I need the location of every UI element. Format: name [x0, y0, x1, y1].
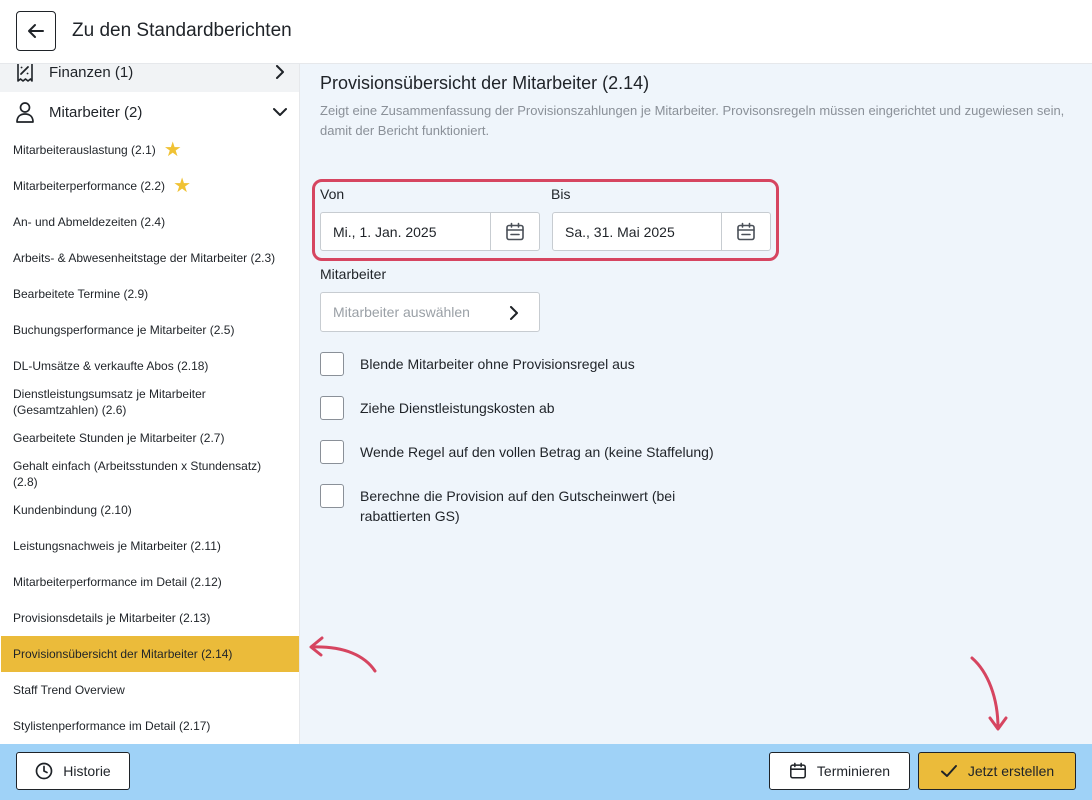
report-label: Leistungsnachweis je Mitarbeiter (2.11) [13, 539, 221, 553]
category-mitarbeiter[interactable]: Mitarbeiter (2) [0, 92, 299, 132]
from-date-value: Mi., 1. Jan. 2025 [333, 223, 437, 240]
sidebar-item-gehalt-einfach[interactable]: Gehalt einfach (Arbeitsstunden x Stunden… [1, 456, 299, 492]
sidebar-item-leistungsnachweis[interactable]: Leistungsnachweis je Mitarbeiter (2.11) [1, 528, 299, 564]
back-button[interactable] [16, 11, 56, 51]
sidebar-item-mitarbeiterauslastung[interactable]: Mitarbeiterauslastung (2.1) ★ [1, 132, 299, 168]
person-icon [14, 101, 36, 123]
report-label: Gearbeitete Stunden je Mitarbeiter (2.7) [13, 431, 225, 445]
checkbox[interactable] [320, 440, 344, 464]
sidebar-item-arbeits-abwesenheitstage[interactable]: Arbeits- & Abwesenheitstage der Mitarbei… [1, 240, 299, 276]
clock-icon [35, 762, 53, 780]
sidebar-item-provisionsuebersicht[interactable]: Provisionsübersicht der Mitarbeiter (2.1… [1, 636, 299, 672]
sidebar-item-an-abmeldezeiten[interactable]: An- und Abmeldezeiten (2.4) [1, 204, 299, 240]
report-label: DL-Umsätze & verkaufte Abos (2.18) [13, 359, 209, 373]
sidebar-item-bearbeitete-termine[interactable]: Bearbeitete Termine (2.9) [1, 276, 299, 312]
report-label: Staff Trend Overview [13, 683, 125, 697]
sidebar-item-provisionsdetails[interactable]: Provisionsdetails je Mitarbeiter (2.13) [1, 600, 299, 636]
top-bar: Zu den Standardberichten [0, 0, 1092, 64]
sidebar-item-mitarbeiterperformance-detail[interactable]: Mitarbeiterperformance im Detail (2.12) [1, 564, 299, 600]
sidebar-item-gearbeitete-stunden[interactable]: Gearbeitete Stunden je Mitarbeiter (2.7) [1, 420, 299, 456]
report-label: Provisionsdetails je Mitarbeiter (2.13) [13, 611, 211, 625]
sidebar-item-kundenbindung[interactable]: Kundenbindung (2.10) [1, 492, 299, 528]
option-label: Blende Mitarbeiter ohne Provisionsregel … [360, 356, 635, 372]
option-label: Berechne die Provision auf den Gutschein… [360, 488, 676, 524]
to-date-field[interactable]: Sa., 31. Mai 2025 [552, 212, 771, 251]
schedule-button[interactable]: Terminieren [769, 752, 910, 790]
checkbox[interactable] [320, 396, 344, 420]
employee-placeholder: Mitarbeiter auswählen [333, 304, 470, 320]
to-date-label: Bis [551, 186, 571, 202]
report-label: An- und Abmeldezeiten (2.4) [13, 215, 166, 229]
option-full-amount[interactable]: Wende Regel auf den vollen Betrag an (ke… [320, 440, 740, 464]
star-icon: ★ [163, 139, 182, 161]
option-label: Ziehe Dienstleistungskosten ab [360, 400, 555, 416]
checkmark-icon [940, 765, 957, 777]
sidebar-item-buchungsperformance[interactable]: Buchungsperformance je Mitarbeiter (2.5) [1, 312, 299, 348]
history-button[interactable]: Historie [16, 752, 130, 790]
category-finanzen[interactable]: Finanzen (1) [0, 64, 299, 92]
sidebar-item-mitarbeiterperformance[interactable]: Mitarbeiterperformance (2.2) ★ [1, 168, 299, 204]
report-label: Mitarbeiterperformance im Detail (2.12) [13, 575, 222, 589]
to-date-value: Sa., 31. Mai 2025 [565, 223, 675, 240]
chevron-right-icon [509, 306, 521, 320]
report-label: Kundenbindung (2.10) [13, 503, 132, 517]
page-header-title: Zu den Standardberichten [72, 20, 292, 41]
chevron-right-icon [273, 65, 287, 79]
receipt-icon [14, 64, 36, 83]
sidebar-item-stylistenperformance[interactable]: Stylistenperformance im Detail (2.17) [1, 708, 299, 744]
employee-select[interactable]: Mitarbeiter auswählen [320, 292, 540, 332]
option-label: Wende Regel auf den vollen Betrag an (ke… [360, 444, 714, 460]
calendar-icon[interactable] [490, 213, 539, 250]
category-label: Finanzen (1) [49, 64, 134, 81]
create-now-label: Jetzt erstellen [967, 763, 1055, 779]
report-label: Bearbeitete Termine (2.9) [13, 287, 149, 301]
page-title: Provisionsübersicht der Mitarbeiter (2.1… [320, 73, 650, 93]
calendar-icon[interactable] [721, 213, 770, 250]
page-description: Zeigt eine Zusammenfassung der Provision… [320, 103, 1065, 138]
option-hide-without-rule[interactable]: Blende Mitarbeiter ohne Provisionsregel … [320, 352, 740, 376]
report-label: Mitarbeiterperformance (2.2) [13, 179, 166, 193]
checkbox[interactable] [320, 352, 344, 376]
report-label: Arbeits- & Abwesenheitstage der Mitarbei… [13, 251, 276, 265]
report-sidebar: Finanzen (1) Mitarbeiter (2) Mitarbeiter… [0, 64, 300, 744]
star-icon: ★ [173, 175, 191, 197]
report-label: Mitarbeiterauslastung (2.1) [13, 143, 156, 157]
calendar-icon [789, 762, 806, 779]
chevron-down-icon [273, 105, 287, 119]
option-voucher-value[interactable]: Berechne die Provision auf den Gutschein… [320, 484, 740, 526]
report-label: Gehalt einfach (Arbeitsstunden x Stunden… [13, 459, 262, 489]
sidebar-item-staff-trend-overview[interactable]: Staff Trend Overview [1, 672, 299, 708]
report-label: Dienstleistungsumsatz je Mitarbeiter (Ge… [13, 387, 206, 417]
report-config-panel: Provisionsübersicht der Mitarbeiter (2.1… [300, 64, 1092, 744]
create-now-button[interactable]: Jetzt erstellen [918, 752, 1076, 790]
arrow-left-icon [28, 24, 44, 38]
option-deduct-service-costs[interactable]: Ziehe Dienstleistungskosten ab [320, 396, 740, 420]
employee-label: Mitarbeiter [320, 266, 387, 282]
sidebar-item-dienstleistungsumsatz[interactable]: Dienstleistungsumsatz je Mitarbeiter (Ge… [1, 384, 299, 420]
history-label: Historie [63, 763, 111, 779]
report-label: Provisionsübersicht der Mitarbeiter (2.1… [13, 647, 233, 661]
action-footer: Historie Terminieren Jetzt erstellen [0, 744, 1092, 800]
schedule-label: Terminieren [816, 763, 891, 779]
report-label: Stylistenperformance im Detail (2.17) [13, 719, 211, 733]
sidebar-item-dl-umsaetze[interactable]: DL-Umsätze & verkaufte Abos (2.18) [1, 348, 299, 384]
report-label: Buchungsperformance je Mitarbeiter (2.5) [13, 323, 235, 337]
from-date-field[interactable]: Mi., 1. Jan. 2025 [320, 212, 540, 251]
category-label: Mitarbeiter (2) [49, 103, 143, 121]
from-date-label: Von [320, 186, 345, 202]
checkbox[interactable] [320, 484, 344, 508]
